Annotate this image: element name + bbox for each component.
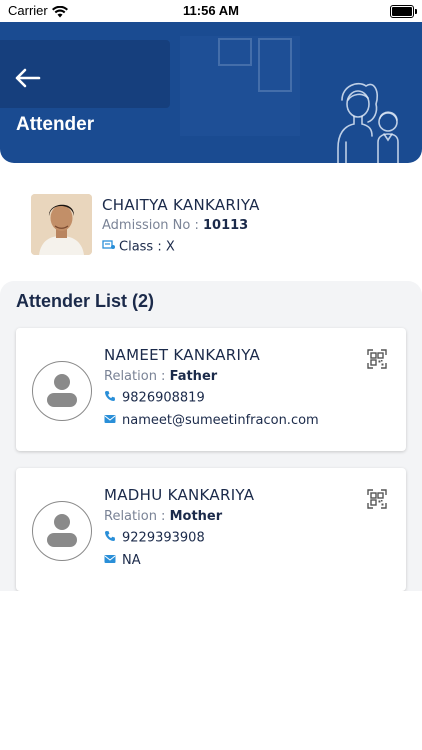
attender-card[interactable]: NAMEET KANKARIYA Relation : Father 98269… <box>16 328 406 451</box>
battery-icon <box>390 5 417 18</box>
parent-child-illustration <box>328 78 408 163</box>
mail-icon <box>104 553 116 568</box>
attender-phone[interactable]: 9229393908 <box>104 530 205 546</box>
qr-code-icon <box>367 349 387 369</box>
attender-card[interactable]: MADHU KANKARIYA Relation : Mother 922939… <box>16 468 406 591</box>
student-info: CHAITYA KANKARIYA Admission No : 10113 C… <box>0 180 422 270</box>
admission-label: Admission No : <box>102 218 203 233</box>
admission-number: Admission No : 10113 <box>102 218 248 233</box>
email-address: NA <box>122 553 141 568</box>
qr-code-button[interactable] <box>367 489 387 509</box>
header-decor <box>218 38 252 66</box>
header-decor <box>258 38 292 92</box>
mail-icon <box>104 413 116 428</box>
email-address: nameet@sumeetinfracon.com <box>122 413 319 428</box>
class-icon <box>102 239 116 255</box>
qr-code-icon <box>367 489 387 509</box>
phone-icon <box>104 530 116 546</box>
relation-value: Father <box>169 369 218 384</box>
attender-phone[interactable]: 9826908819 <box>104 390 205 406</box>
status-bar: Carrier 11:56 AM <box>0 0 422 22</box>
avatar-placeholder-icon <box>32 361 92 421</box>
page-title: Attender <box>16 114 95 135</box>
qr-code-button[interactable] <box>367 349 387 369</box>
phone-icon <box>104 390 116 406</box>
clock: 11:56 AM <box>183 3 239 18</box>
admission-value: 10113 <box>203 218 249 233</box>
avatar-placeholder-icon <box>32 501 92 561</box>
student-name: CHAITYA KANKARIYA <box>102 196 260 214</box>
relation-label: Relation : <box>104 369 170 384</box>
arrow-left-icon <box>15 68 41 88</box>
attender-relation: Relation : Mother <box>104 509 222 524</box>
phone-number: 9229393908 <box>122 530 205 546</box>
attender-name: NAMEET KANKARIYA <box>104 346 261 364</box>
student-photo <box>31 194 92 255</box>
attender-email[interactable]: nameet@sumeetinfracon.com <box>104 413 319 428</box>
attender-list: Attender List (2) NAMEET KANKARIYA Relat… <box>0 281 422 591</box>
back-button[interactable] <box>12 62 46 94</box>
student-class: Class : X <box>102 239 175 255</box>
header-banner: Attender <box>0 22 422 163</box>
class-label: Class : <box>119 239 166 255</box>
relation-label: Relation : <box>104 509 170 524</box>
attender-list-title: Attender List (2) <box>16 291 155 311</box>
class-value: X <box>165 239 175 255</box>
attender-name: MADHU KANKARIYA <box>104 486 255 504</box>
attender-relation: Relation : Father <box>104 369 217 384</box>
phone-number: 9826908819 <box>122 390 205 406</box>
attender-email[interactable]: NA <box>104 553 141 568</box>
relation-value: Mother <box>169 509 223 524</box>
